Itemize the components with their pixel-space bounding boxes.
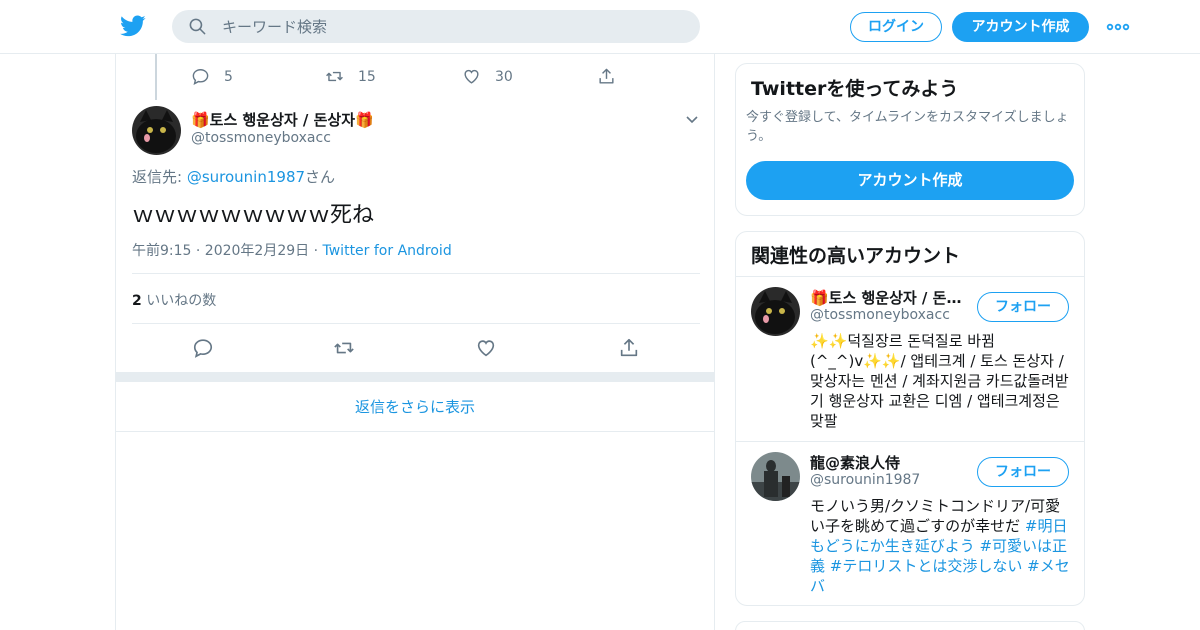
cat-avatar-icon	[132, 106, 181, 155]
reply-icon	[192, 69, 209, 85]
retweet-count: 15	[358, 68, 376, 85]
reply-to-line: 返信先: @surounin1987さん	[132, 166, 335, 187]
signup-card-description: 今すぐ登録して、タイムラインをカスタマイズしましょう。	[746, 110, 1069, 144]
account-bio-text: モノいう男/クソミトコンドリア/可愛い子を眺めて過ごすのが幸せだ	[810, 497, 1061, 535]
tweet-text: ｗｗｗｗｗｗｗｗｗ死ね	[132, 203, 375, 228]
account-name[interactable]: 龍@素浪人侍	[810, 452, 970, 473]
thread-line	[155, 54, 157, 100]
related-accounts-card: 関連性の高いアカウント 🎁토스 행운상자 / 돈상자🎁 @tossmoneybo…	[735, 231, 1085, 606]
tweet-metadata: 午前9:15 · 2020年2月29日 · Twitter for Androi…	[132, 240, 452, 260]
conversation-column: 5 15 30 🎁토스 행운상자 / 돈상자🎁 @tossmoneyboxacc…	[115, 54, 715, 630]
section-separator	[116, 372, 714, 382]
like-stat-count: 2	[132, 293, 142, 309]
like-count: 30	[495, 68, 513, 85]
cat-avatar-icon	[751, 287, 800, 336]
chevron-down-icon[interactable]	[684, 111, 700, 127]
reply-to-prefix: 返信先:	[132, 168, 187, 186]
avatar[interactable]	[132, 106, 181, 155]
search-input[interactable]	[222, 10, 682, 43]
author-handle[interactable]: @tossmoneyboxacc	[191, 130, 331, 146]
divider	[736, 441, 1084, 442]
reply-to-suffix: さん	[305, 168, 336, 186]
next-sidebar-card	[735, 621, 1085, 630]
account-bio: ✨✨덕질장르 돈덕질로 바뀜(^_^)v✨✨/ 앱테크계 / 토스 돈상자 / …	[810, 332, 1069, 430]
account-name[interactable]: 🎁토스 행운상자 / 돈상자🎁	[810, 287, 970, 308]
related-accounts-title: 関連性の高いアカウント	[751, 245, 961, 267]
statue-avatar-icon	[751, 452, 800, 501]
show-more-replies-link[interactable]: 返信をさらに表示	[116, 383, 714, 432]
search-icon	[189, 18, 206, 35]
retweet-action[interactable]: 15	[325, 67, 376, 86]
heart-icon[interactable]	[475, 337, 497, 359]
like-action[interactable]: 30	[462, 67, 513, 86]
retweet-icon[interactable]	[333, 337, 355, 359]
like-stats[interactable]: 2 いいねの数	[132, 290, 216, 310]
tweet-timestamp[interactable]: 午前9:15 · 2020年2月29日 ·	[132, 243, 323, 259]
avatar[interactable]	[751, 287, 800, 336]
share-icon	[599, 68, 614, 84]
signup-card-title: Twitterを使ってみよう	[751, 78, 959, 100]
top-bar: ログイン アカウント作成	[0, 0, 1200, 54]
tweet-source-link[interactable]: Twitter for Android	[323, 243, 452, 259]
like-stat-label: いいねの数	[141, 293, 217, 309]
account-bio: モノいう男/クソミトコンドリア/可愛い子を眺めて過ごすのが幸せだ #明日もどうに…	[810, 496, 1072, 596]
follow-button[interactable]: フォロー	[977, 292, 1069, 322]
search-box[interactable]	[172, 10, 700, 43]
retweet-icon	[326, 71, 343, 82]
reply-action[interactable]: 5	[191, 67, 233, 86]
login-button[interactable]: ログイン	[850, 12, 942, 42]
share-action[interactable]	[597, 67, 616, 86]
follow-button[interactable]: フォロー	[977, 457, 1069, 487]
signup-card: Twitterを使ってみよう 今すぐ登録して、タイムラインをカスタマイズしましょ…	[735, 63, 1085, 216]
hashtag-link[interactable]: #テロリストとは交渉しない	[830, 557, 1023, 575]
divider	[132, 323, 700, 324]
signup-button[interactable]: アカウント作成	[952, 12, 1089, 42]
reply-to-link[interactable]: @surounin1987	[187, 168, 305, 186]
twitter-logo-icon[interactable]	[120, 13, 146, 39]
divider	[736, 276, 1084, 277]
author-name[interactable]: 🎁토스 행운상자 / 돈상자🎁	[191, 109, 374, 130]
account-handle[interactable]: @surounin1987	[810, 472, 920, 488]
signup-card-button[interactable]: アカウント作成	[746, 161, 1074, 200]
reply-count: 5	[224, 68, 233, 85]
more-options-icon[interactable]	[1106, 17, 1130, 37]
account-handle[interactable]: @tossmoneyboxacc	[810, 307, 950, 323]
share-icon[interactable]	[618, 337, 640, 359]
divider	[132, 273, 700, 274]
reply-icon[interactable]	[192, 337, 214, 359]
heart-icon	[464, 69, 479, 84]
avatar[interactable]	[751, 452, 800, 501]
